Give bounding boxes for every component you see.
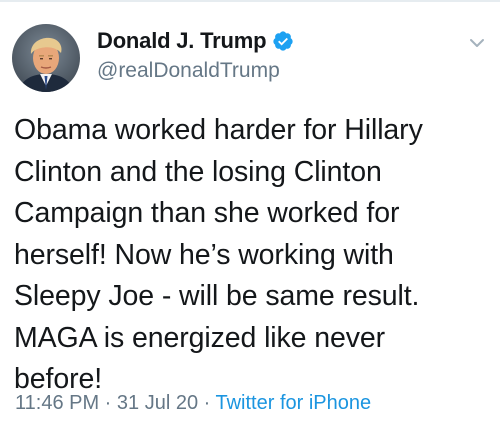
profile-photo-icon — [12, 24, 80, 92]
tweet-metadata: 11:46 PM · 31 Jul 20 · Twitter for iPhon… — [15, 392, 371, 415]
tweet-text-line: Obama worked harder for Hillary — [14, 114, 423, 146]
meta-separator: · — [198, 392, 216, 414]
tweet-text-line: Sleepy Joe - will be same result. — [14, 280, 420, 312]
author-display-name[interactable]: Donald J. Trump — [97, 28, 267, 54]
chevron-down-icon[interactable] — [466, 32, 488, 54]
avatar[interactable] — [12, 24, 80, 92]
tweet-text-line: herself! Now he’s working with — [14, 238, 394, 271]
verified-badge-icon — [272, 30, 294, 52]
tweet-text: Obama worked harder for Hillary Clinton … — [14, 110, 490, 401]
divider — [0, 0, 500, 2]
tweet-source-link[interactable]: Twitter for iPhone — [216, 392, 372, 414]
author-handle[interactable]: @realDonaldTrump — [97, 59, 280, 83]
author-row[interactable]: Donald J. Trump — [97, 26, 294, 56]
tweet-text-line: Campaign than she worked for — [14, 197, 400, 229]
tweet-time[interactable]: 11:46 PM — [15, 392, 99, 414]
meta-separator: · — [99, 392, 117, 414]
tweet-text-line: Clinton and the losing Clinton — [14, 155, 382, 188]
tweet-date[interactable]: 31 Jul 20 — [117, 392, 198, 414]
tweet-card: Donald J. Trump @realDonaldTrump Obama w… — [0, 0, 500, 432]
tweet-text-line: MAGA is energized like never — [14, 321, 386, 354]
